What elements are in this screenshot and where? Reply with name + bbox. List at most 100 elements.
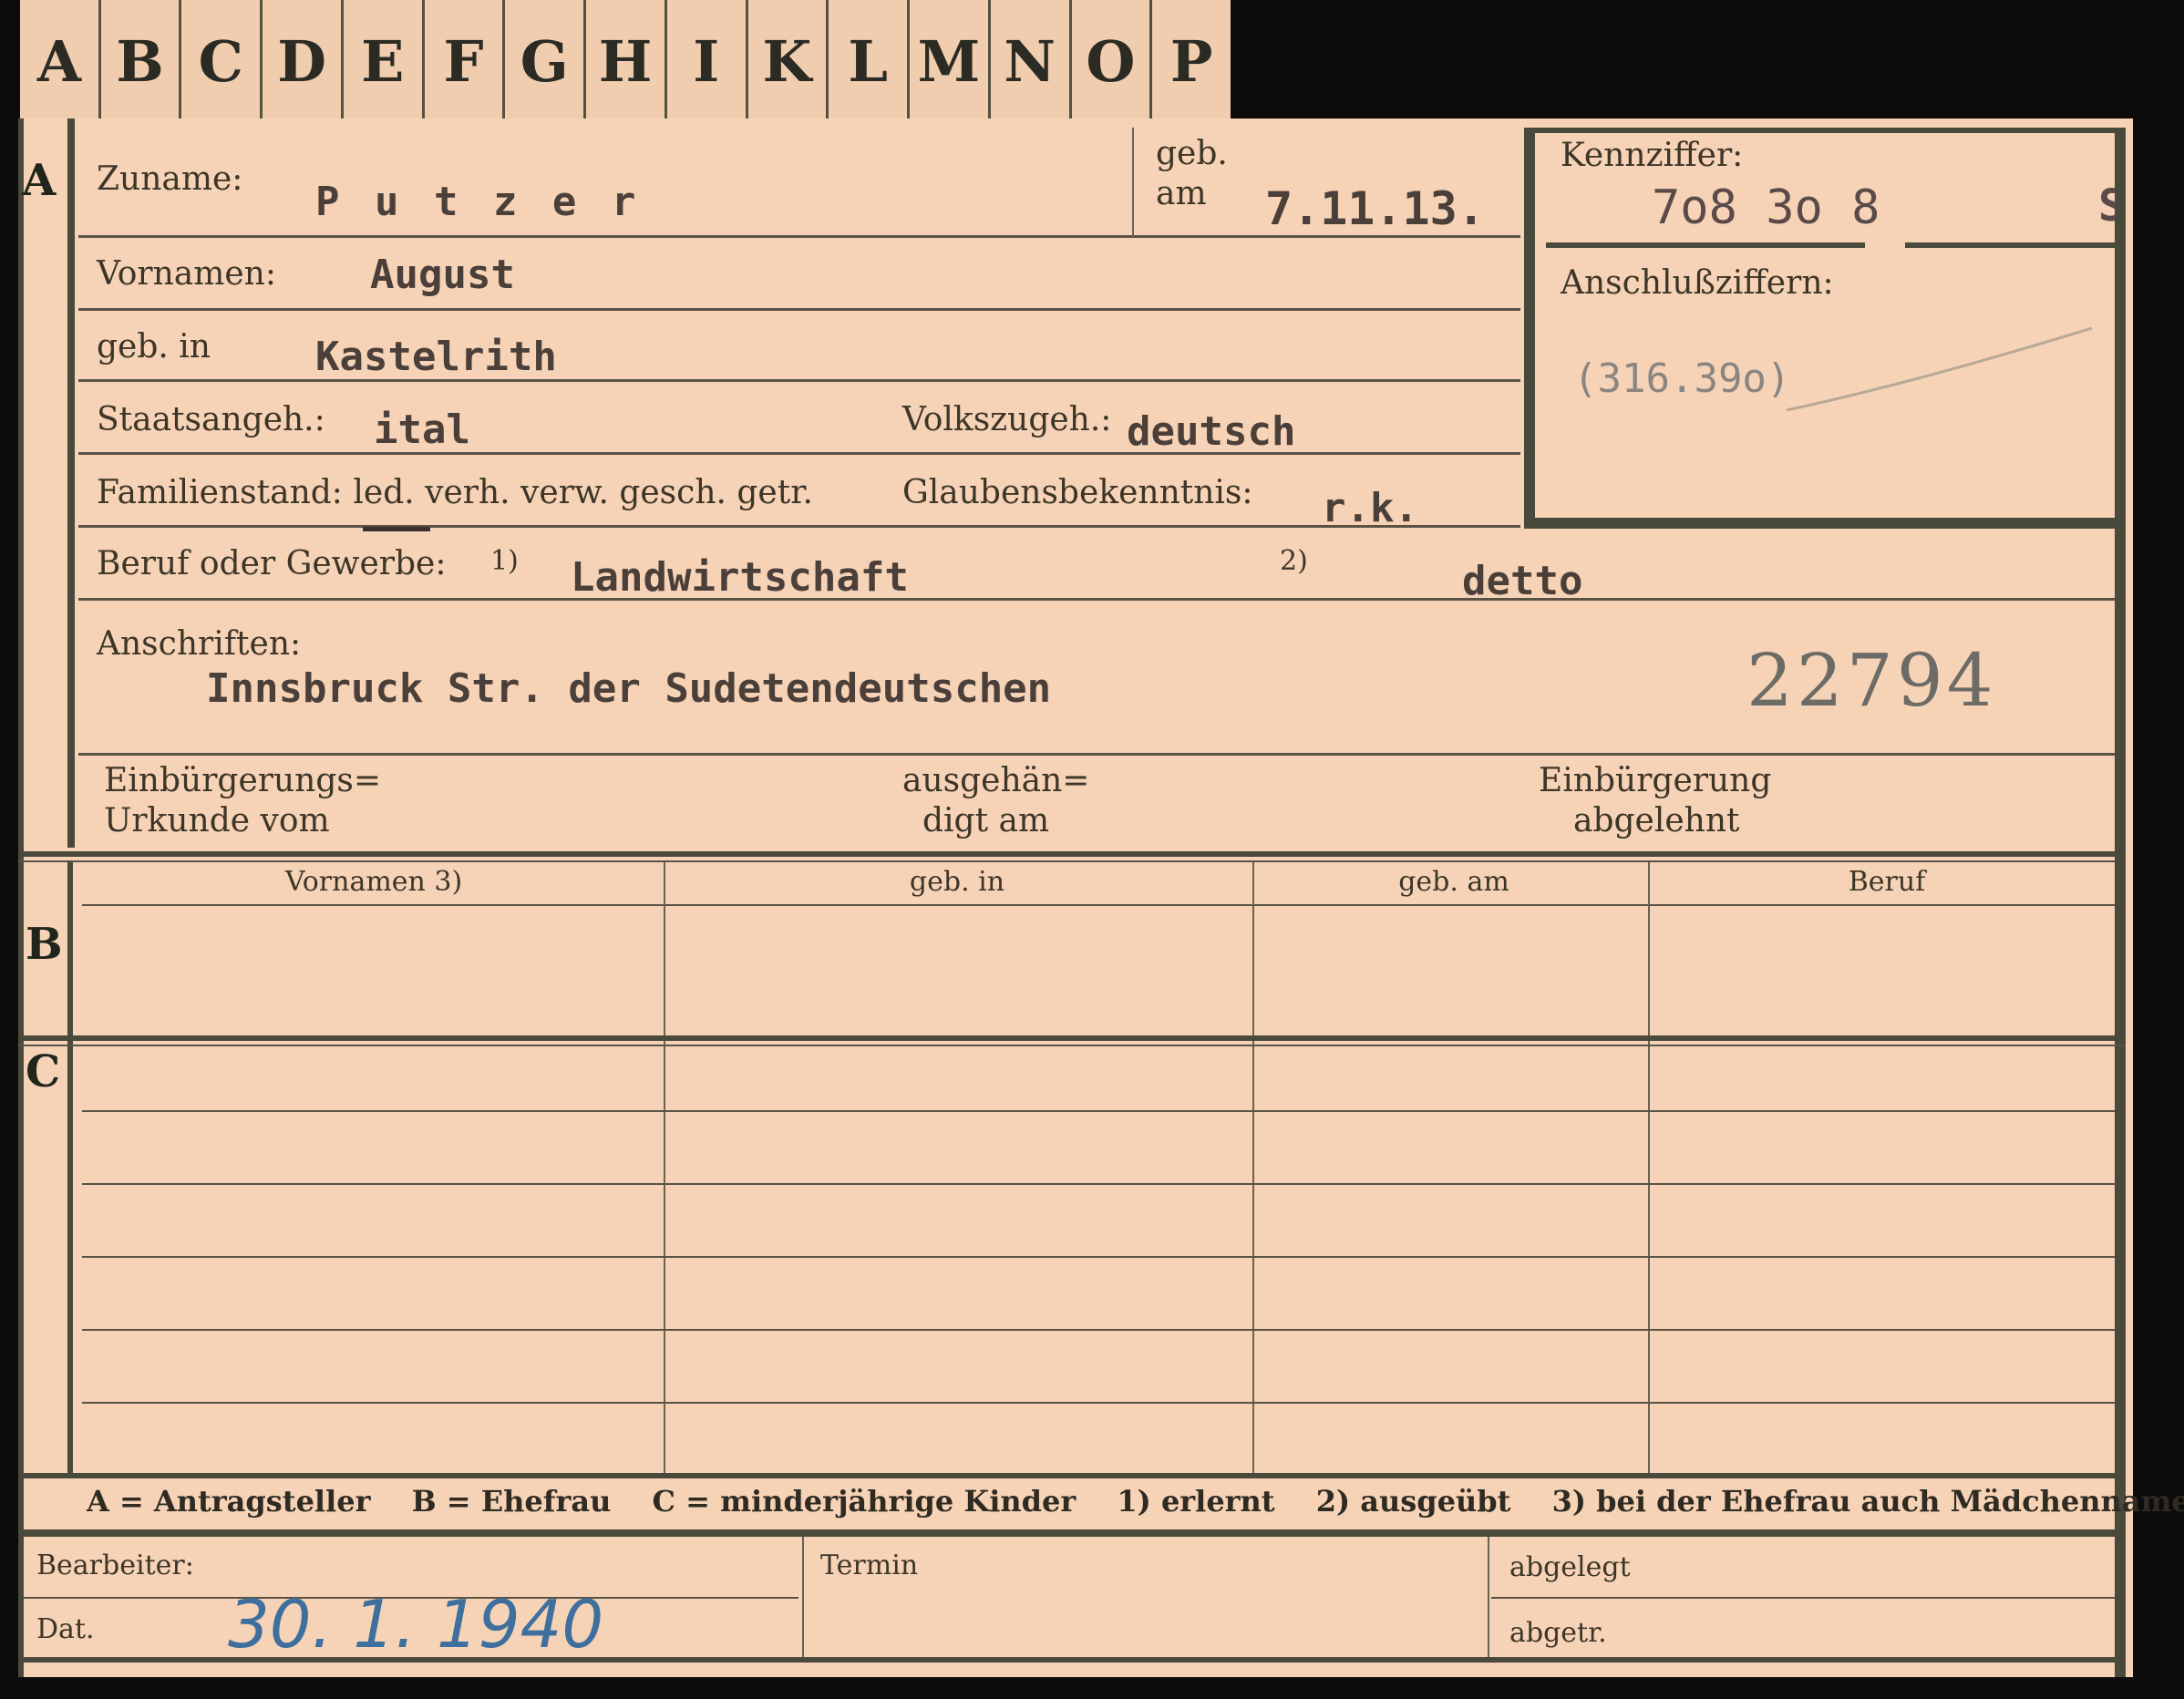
tab-e: E: [340, 0, 422, 118]
beruf-value-2: detto: [1462, 558, 1583, 604]
section-bc-divider: [67, 862, 73, 1473]
tab-g: G: [502, 0, 583, 118]
tab-p: P: [1149, 0, 1231, 118]
anschlussziffern-value: (316.39o): [1573, 355, 1791, 402]
legend-top-border: [18, 1473, 2126, 1478]
kennziffer-box-bottom: [1524, 518, 2126, 529]
footer-divider-1: [802, 1537, 804, 1657]
ausgehaen-label-1: ausgehän=: [902, 762, 1090, 799]
volkszugeh-label: Volkszugeh.:: [902, 401, 1112, 438]
termin-label: Termin: [820, 1550, 919, 1581]
footer-line-right: [1491, 1597, 2115, 1599]
section-b-top-border: [18, 851, 2126, 857]
kennziffer-value: 7o8 3o 8: [1652, 180, 1880, 235]
tab-b: B: [98, 0, 180, 118]
volkszugeh-value: deutsch: [1127, 408, 1296, 455]
familienstand-mark: [363, 527, 430, 531]
beruf-note-1: 1): [490, 545, 519, 577]
tab-m: M: [907, 0, 988, 118]
einbuergerung-label-2: abgelehnt: [1573, 802, 1740, 839]
dat-value: 30. 1. 1940: [228, 1586, 604, 1663]
bearbeiter-label: Bearbeiter:: [36, 1550, 194, 1581]
tab-d: D: [260, 0, 341, 118]
staatsangeh-value: ital: [374, 407, 470, 453]
tab-f: F: [421, 0, 503, 118]
tab-n: N: [987, 0, 1069, 118]
geb-am-value: 7.11.13.: [1265, 182, 1485, 235]
ausgehaen-label-2: digt am: [922, 802, 1050, 839]
tab-c: C: [179, 0, 260, 118]
stamp-number: 22794: [1746, 638, 1997, 723]
section-a-label: A: [22, 155, 57, 206]
abgelegt-label: abgelegt: [1509, 1551, 1631, 1583]
section-a-divider-2: [73, 118, 75, 848]
vornamen-label: Vornamen:: [97, 255, 276, 293]
einbuergerungs-label-1: Einbürgerungs=: [104, 762, 382, 799]
familienstand-label: Familienstand: led. verh. verw. gesch. g…: [97, 474, 813, 511]
col-header-beruf: Beruf: [1848, 866, 1926, 898]
section-c-label: C: [26, 1046, 61, 1097]
section-c-top-border: [18, 1035, 2126, 1041]
tab-a: A: [36, 27, 81, 95]
geb-in-label: geb. in: [97, 328, 211, 366]
beruf-note-2: 2): [1280, 545, 1308, 577]
col-divider-2: [1252, 862, 1254, 1473]
zuname-label: Zuname:: [97, 160, 243, 198]
row-line-anschriften: [78, 753, 2115, 756]
footer-divider-2: [1488, 1537, 1489, 1657]
beruf-label: Beruf oder Gewerbe:: [97, 545, 447, 582]
row-line-familienstand: [78, 525, 1520, 528]
kennziffer-label: Kennziffer:: [1561, 137, 1744, 174]
kennziffer-box-left: [1524, 128, 1535, 529]
anschrift-value: Innsbruck Str. der Sudetendeutschen: [206, 665, 1052, 712]
card-right-border: [2115, 128, 2126, 1677]
staatsangeh-label: Staatsangeh.:: [97, 401, 325, 438]
col-divider-1: [664, 862, 665, 1473]
row-line-beruf: [78, 598, 2115, 601]
col-header-geb-in: geb. in: [909, 866, 1005, 898]
glaubensbekenntnis-label: Glaubensbekenntnis:: [902, 474, 1253, 511]
child-row-line-3: [82, 1256, 2115, 1258]
tab-l: L: [826, 0, 907, 118]
zuname-value: P u t z e r: [315, 179, 642, 225]
section-b-top-border-2: [18, 860, 2126, 862]
kennziffer-underline-2: [1905, 242, 2115, 248]
geb-in-value: Kastelrith: [315, 334, 557, 380]
einbuergerung-label-1: Einbürgerung: [1539, 762, 1772, 799]
beruf-value-1: Landwirtschaft: [571, 554, 909, 601]
tab-i: I: [664, 0, 746, 118]
tab-h: H: [583, 0, 664, 118]
geb-am-label-1: geb.: [1156, 135, 1228, 172]
pencil-stroke: [1786, 326, 2093, 412]
section-c-top-border-2: [18, 1045, 2126, 1046]
legend-bottom-border: [18, 1529, 2126, 1537]
col-header-geb-am: geb. am: [1398, 866, 1509, 898]
row-line-staatsangeh: [78, 452, 1520, 455]
section-b-label: B: [26, 919, 63, 970]
legend-a: A = Antragsteller: [87, 1484, 371, 1519]
col-header-vornamen: Vornamen 3): [284, 866, 463, 898]
abgetr-label: abgetr.: [1509, 1617, 1607, 1649]
row-line-zuname: [78, 235, 1520, 238]
child-row-line-4: [82, 1329, 2115, 1331]
row-line-geb-in: [78, 379, 1520, 382]
header-underline: [82, 904, 2115, 906]
legend-note-2: 2) ausgeübt: [1315, 1484, 1511, 1519]
legend-note-3: 3) bei der Ehefrau auch Mädchenname: [1551, 1484, 2184, 1519]
vornamen-value: August: [370, 252, 515, 298]
legend-c: C = minderjährige Kinder: [652, 1484, 1077, 1519]
legend-b: B = Ehefrau: [411, 1484, 612, 1519]
row-line-vornamen: [78, 308, 1520, 311]
kennziffer-underline-1: [1546, 242, 1865, 248]
dat-label: Dat.: [36, 1613, 95, 1645]
child-row-line-1: [82, 1110, 2115, 1112]
tab-o: O: [1068, 0, 1150, 118]
tab-k: K: [745, 0, 827, 118]
legend: A = Antragsteller B = Ehefrau C = minder…: [87, 1484, 2184, 1519]
child-row-line-2: [82, 1183, 2115, 1185]
glaubensbekenntnis-value: r.k.: [1322, 485, 1418, 531]
col-divider-3: [1648, 862, 1650, 1473]
kennziffer-box-top: [1524, 128, 2126, 133]
child-row-line-5: [82, 1402, 2115, 1404]
einbuergerungs-label-2: Urkunde vom: [104, 802, 330, 839]
